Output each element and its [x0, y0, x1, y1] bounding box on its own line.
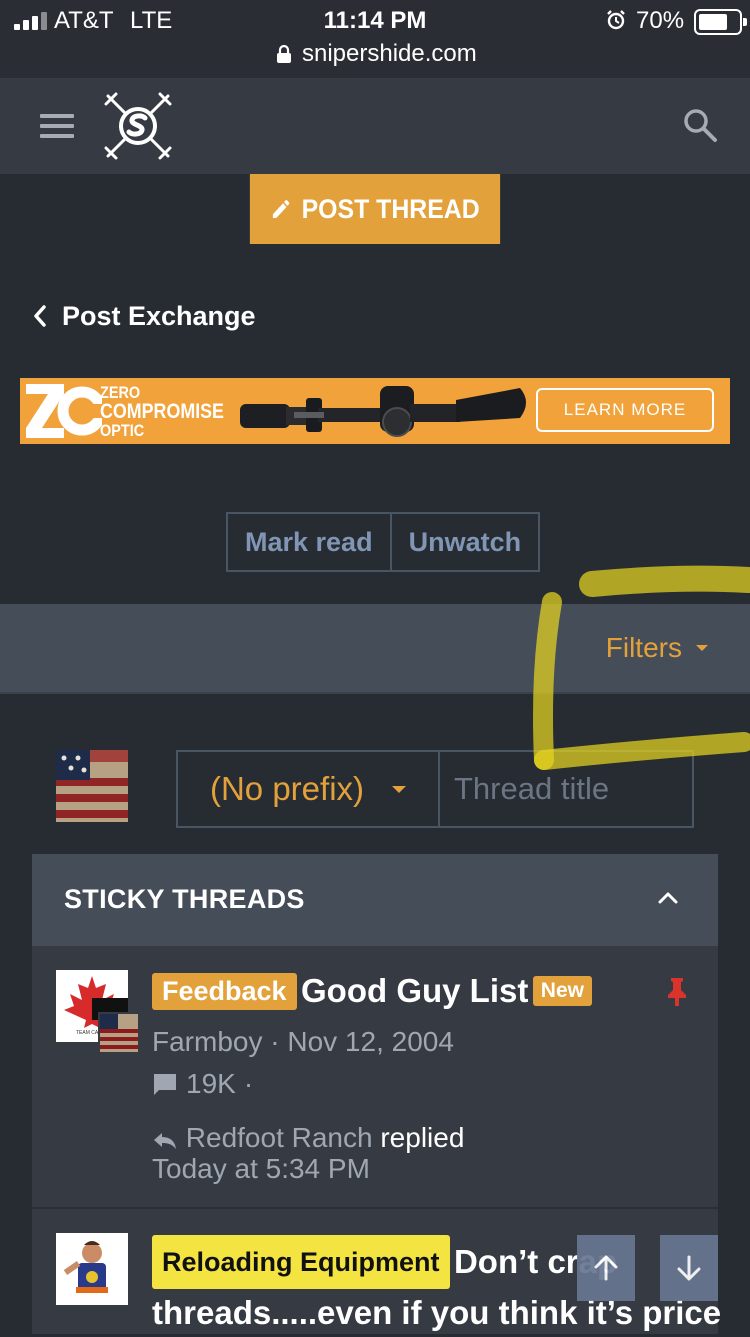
- thread-stats: 19K ·: [152, 1068, 253, 1100]
- battery-percent: 70%: [636, 7, 685, 34]
- search-icon[interactable]: [682, 107, 718, 143]
- arrow-down-icon: [677, 1255, 701, 1281]
- hamburger-icon[interactable]: [40, 114, 74, 138]
- unwatch-button[interactable]: Unwatch: [389, 514, 539, 570]
- battery-icon: [694, 9, 747, 35]
- sticky-threads-title: STICKY THREADS: [64, 884, 305, 914]
- thread-label-feedback[interactable]: Feedback: [152, 972, 297, 1010]
- last-reply-time[interactable]: Today at 5:34 PM: [152, 1153, 464, 1184]
- breadcrumb-label: Post Exchange: [62, 300, 256, 331]
- list-item[interactable]: TEAM CA Feedback Good Guy List New Farmb…: [32, 946, 718, 1207]
- thread-avatar[interactable]: [56, 1233, 128, 1305]
- post-thread-button[interactable]: POST THREAD: [249, 174, 501, 244]
- ad-brand-text: ZERO COMPROMISE OPTIC: [100, 384, 224, 439]
- meta-separator: ·: [243, 1068, 254, 1099]
- chevron-up-icon[interactable]: [656, 890, 680, 911]
- scroll-up-button[interactable]: [577, 1235, 635, 1301]
- user-avatar[interactable]: [56, 750, 128, 822]
- scope-image: [240, 378, 530, 444]
- breadcrumb[interactable]: Post Exchange: [32, 296, 256, 336]
- last-reply: Redfoot Ranch replied Today at 5:34 PM: [152, 1122, 464, 1184]
- snipershide-logo[interactable]: [104, 92, 172, 160]
- meta-separator: ·: [262, 1026, 288, 1057]
- filter-bar: Filters: [0, 604, 750, 694]
- thread-title-input[interactable]: [440, 750, 694, 828]
- thread-avatar-small[interactable]: [98, 1012, 140, 1054]
- alarm-icon: [606, 10, 626, 30]
- site-header: [0, 78, 750, 174]
- pencil-icon: [270, 197, 292, 221]
- pin-icon: [666, 976, 688, 1011]
- caret-down-icon: [392, 785, 407, 793]
- post-thread-label: POST THREAD: [301, 193, 480, 224]
- replied-text: replied: [380, 1122, 465, 1153]
- filters-button[interactable]: Filters: [606, 632, 708, 664]
- prefix-dropdown[interactable]: (No prefix): [176, 750, 440, 828]
- scroll-down-button[interactable]: [660, 1235, 718, 1301]
- thread-author[interactable]: Farmboy: [152, 1026, 262, 1057]
- filters-label: Filters: [605, 632, 682, 663]
- caret-down-icon: [696, 645, 708, 651]
- thread-label-reloading[interactable]: Reloading Equipment: [152, 1235, 450, 1289]
- zco-logo: [24, 382, 107, 440]
- thread-actions-group: Mark read Unwatch: [226, 512, 541, 572]
- lock-icon: [276, 44, 292, 64]
- chevron-left-icon: [32, 304, 48, 328]
- ad-brand-line: COMPROMISE: [100, 400, 224, 423]
- learn-more-button[interactable]: LEARN MORE: [536, 388, 714, 432]
- reply-icon: [152, 1129, 178, 1151]
- ad-banner[interactable]: ZERO COMPROMISE OPTIC LEARN MORE: [20, 378, 730, 444]
- url-label[interactable]: snipershide.com: [302, 40, 477, 68]
- thread-date[interactable]: Nov 12, 2004: [287, 1026, 454, 1057]
- thread-title[interactable]: Good Guy List: [301, 972, 528, 1009]
- status-bar: AT&T LTE 11:14 PM 70% snipershide.com: [0, 0, 750, 78]
- sticky-threads-header[interactable]: STICKY THREADS: [32, 854, 718, 946]
- ad-brand-line: OPTIC: [100, 421, 145, 440]
- mark-read-button[interactable]: Mark read: [228, 514, 390, 570]
- new-badge: New: [532, 976, 592, 1006]
- ad-brand-line: ZERO: [100, 383, 141, 402]
- reply-count: 19K: [186, 1068, 236, 1099]
- svg-text:TEAM CA: TEAM CA: [76, 1030, 99, 1036]
- thread-title-line[interactable]: Feedback Good Guy List New: [152, 972, 652, 1010]
- thread-meta: Farmboy · Nov 12, 2004: [152, 1026, 454, 1058]
- arrow-up-icon: [594, 1255, 618, 1281]
- last-poster[interactable]: Redfoot Ranch: [186, 1122, 373, 1153]
- prefix-value: (No prefix): [209, 770, 365, 807]
- comment-icon: [152, 1072, 178, 1096]
